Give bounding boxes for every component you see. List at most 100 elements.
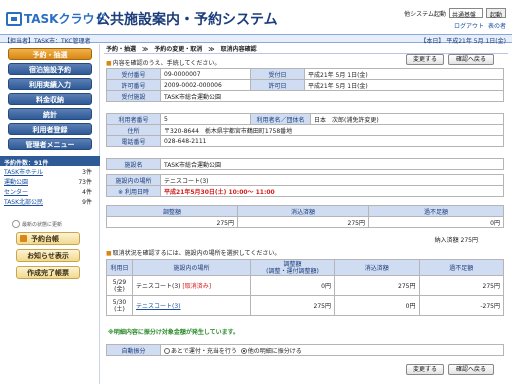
usage-table: 施設内の場所 テニスコート(3) ※ 利用日時 平成21年5月30日(土) 10… (106, 174, 504, 197)
detail-place-cell: テニスコート(3) [取消済み] (132, 275, 251, 296)
completed-forms-button[interactable]: 作成完了帳票 (16, 266, 80, 279)
usage-date: 平成21年5月30日(土) 10:00～ 11:00 (160, 185, 504, 197)
fee-header: 消込済額 (237, 205, 369, 217)
app-header: TASKクラウド 公共施設案内・予約システム 他システム起動 共通基盤 起動 ロ… (0, 0, 512, 34)
auto-allocation-options: あとで運付・充当を行う 他の明細に振分ける (160, 344, 504, 356)
sidebar: 予約・抽選 宿泊施設予約 利用実績入力 料金収納 統計 利用者登録 管理者メニュ… (0, 44, 100, 384)
user-info-table: 利用者番号 5 利用者名／団体名 日本 次郎(浦免許変更) 住所 〒320-86… (106, 113, 504, 147)
detail-header: 消込済額 (334, 259, 420, 276)
detail-paid: 275円 (334, 275, 420, 296)
detail-diff: -275円 (418, 295, 504, 316)
radio-other[interactable]: 他の明細に振分ける (240, 347, 302, 355)
fee-value: 0円 (368, 216, 504, 228)
detail-date: 5/29 (金) (106, 275, 133, 296)
count-label[interactable]: センター (4, 187, 28, 196)
menu-lodging[interactable]: 宿泊施設予約 (8, 63, 92, 75)
address-label: 住所 (106, 124, 161, 136)
address: 〒320-8644 栃木県宇都宮市鶴田町1758番地 (160, 124, 504, 136)
system-select[interactable]: 共通基盤 (448, 8, 483, 19)
switch-label: 他システム起動 (404, 10, 446, 18)
receipt-no: 09-0000007 (160, 68, 251, 80)
phone-label: 電話番号 (106, 135, 161, 147)
system-title: 公共施設案内・予約システム (96, 12, 278, 28)
user-name-label: 利用者名／団体名 (250, 113, 311, 125)
paid-total: 納入済額 275円 (434, 237, 478, 244)
reservation-count-title: 予約件数：91件 (0, 156, 100, 167)
permit-no: 2009-0002-000006 (160, 79, 251, 91)
user-no-label: 利用者番号 (106, 113, 161, 125)
menu-user-register[interactable]: 利用者登録 (8, 123, 92, 135)
refresh-text: 最新の状態に更新 (22, 221, 63, 228)
receipt-date: 平成21年 5月 1日(金) (304, 68, 504, 80)
reservation-ledger-button[interactable]: 予約台帳 (16, 232, 80, 245)
count-value: 73件 (78, 179, 92, 186)
count-label[interactable]: 運動公園 (4, 177, 28, 186)
count-label[interactable]: TASK市ホテル (4, 167, 43, 176)
logout-link[interactable]: ログアウト (454, 21, 484, 30)
refresh-icon (12, 220, 20, 228)
logo-text: TASKクラウド (24, 12, 107, 26)
detail-diff: 275円 (418, 275, 504, 296)
menu-reservation[interactable]: 予約・抽選 (8, 48, 92, 60)
system-switcher: 他システム起動 共通基盤 起動 (404, 8, 506, 19)
receipt-info-table: 受付番号 09-0000007 受付日 平成21年 5月 1日(金) 許可番号 … (106, 68, 504, 102)
user-no: 5 (160, 113, 251, 125)
radio-later-label: あとで運付・充当を行う (171, 347, 237, 355)
detail-date: 5/30 (土) (106, 295, 133, 316)
menu-statistics[interactable]: 統計 (8, 108, 92, 120)
fee-header: 過不足額 (368, 205, 504, 217)
table-row[interactable]: 5/30 (土) テニスコート(3) 275円 0円 -275円 (106, 295, 504, 316)
count-row: センター 4件 (0, 186, 96, 196)
back-to-confirm-button-bottom[interactable]: 確認へ戻る (448, 364, 494, 375)
place: テニスコート(3) (160, 174, 504, 186)
allocation-note: ※明細内容に振分け対象金額が発生しています。 (108, 329, 240, 336)
launch-button[interactable]: 起動 (485, 8, 506, 19)
table-row[interactable]: 5/29 (金) テニスコート(3) [取消済み] 0円 275円 275円 (106, 275, 504, 296)
place-table: 施設名 TASK市総合運動公園 (106, 158, 504, 170)
auto-allocation-table: 自動振分 あとで運付・充当を行う 他の明細に振分ける (106, 344, 504, 356)
menu-admin[interactable]: 管理者メニュー (8, 138, 92, 150)
home-link[interactable]: 表の者 (488, 21, 506, 30)
notice-button[interactable]: お知らせ表示 (16, 249, 80, 262)
count-row: TASK市ホテル 3件 (0, 166, 96, 176)
count-value: 9件 (82, 199, 92, 206)
breadcrumb: 予約・抽選 ≫ 予約の変更・取消 ≫ 取消内容確認 (106, 46, 257, 53)
radio-later[interactable]: あとで運付・充当を行う (164, 348, 237, 355)
receipt-no-label: 受付番号 (106, 68, 161, 80)
detail-table: 利用日 施設内の場所 調整額 (調整・運付調整額) 消込済額 過不足額 5/29… (106, 259, 504, 316)
logo-icon (6, 11, 22, 26)
permit-date: 平成21年 5月 1日(金) (304, 79, 504, 91)
count-row: 運動公園 73件 (0, 176, 96, 186)
task-cloud-logo: TASKクラウド (6, 10, 106, 27)
back-to-confirm-button[interactable]: 確認へ戻る (448, 54, 494, 65)
count-label[interactable]: TASK北部公民 (4, 197, 43, 206)
detail-header: 施設内の場所 (132, 259, 251, 276)
menu-payment[interactable]: 料金収納 (8, 93, 92, 105)
detail-adjust: 0円 (250, 275, 335, 296)
change-button-bottom[interactable]: 変更する (406, 364, 444, 375)
receipt-date-label: 受付日 (250, 68, 305, 80)
permit-date-label: 許可日 (250, 79, 305, 91)
change-button[interactable]: 変更する (406, 54, 444, 65)
detail-paid: 0円 (334, 295, 420, 316)
permit-no-label: 許可番号 (106, 79, 161, 91)
radio-other-label: 他の明細に振分ける (247, 347, 302, 355)
menu-usage-input[interactable]: 利用実績入力 (8, 78, 92, 90)
fee-header: 調整額 (106, 205, 238, 217)
detail-header: 過不足額 (418, 259, 504, 276)
instruction-text-2: 取消状況を確認するには、施設内の場所を選択してください。 (106, 248, 281, 257)
facility: TASK市総合運動公園 (160, 90, 504, 102)
phone: 028-648-2111 (160, 135, 504, 147)
detail-place-link[interactable]: テニスコート(3) (136, 303, 181, 310)
radio-other-icon (240, 348, 247, 354)
main-content: 予約・抽選 ≫ 予約の変更・取消 ≫ 取消内容確認 内容を確認のうえ、手続してく… (104, 44, 508, 384)
user-name: 日本 次郎(浦免許変更) (310, 113, 504, 125)
header-links: ログアウト 表の者 (454, 21, 506, 30)
count-value: 3件 (82, 169, 92, 176)
detail-place-cell: テニスコート(3) (132, 295, 251, 316)
count-row: TASK北部公民 9件 (0, 196, 96, 206)
cancelled-status: [取消済み] (182, 283, 212, 290)
refresh-link[interactable]: 最新の状態に更新 (0, 220, 99, 228)
info-bar: 【担当者】TASK市：TKC管理者 【本日】 平成21年 5月 1日(金) (0, 34, 512, 45)
radio-later-icon (164, 348, 170, 354)
